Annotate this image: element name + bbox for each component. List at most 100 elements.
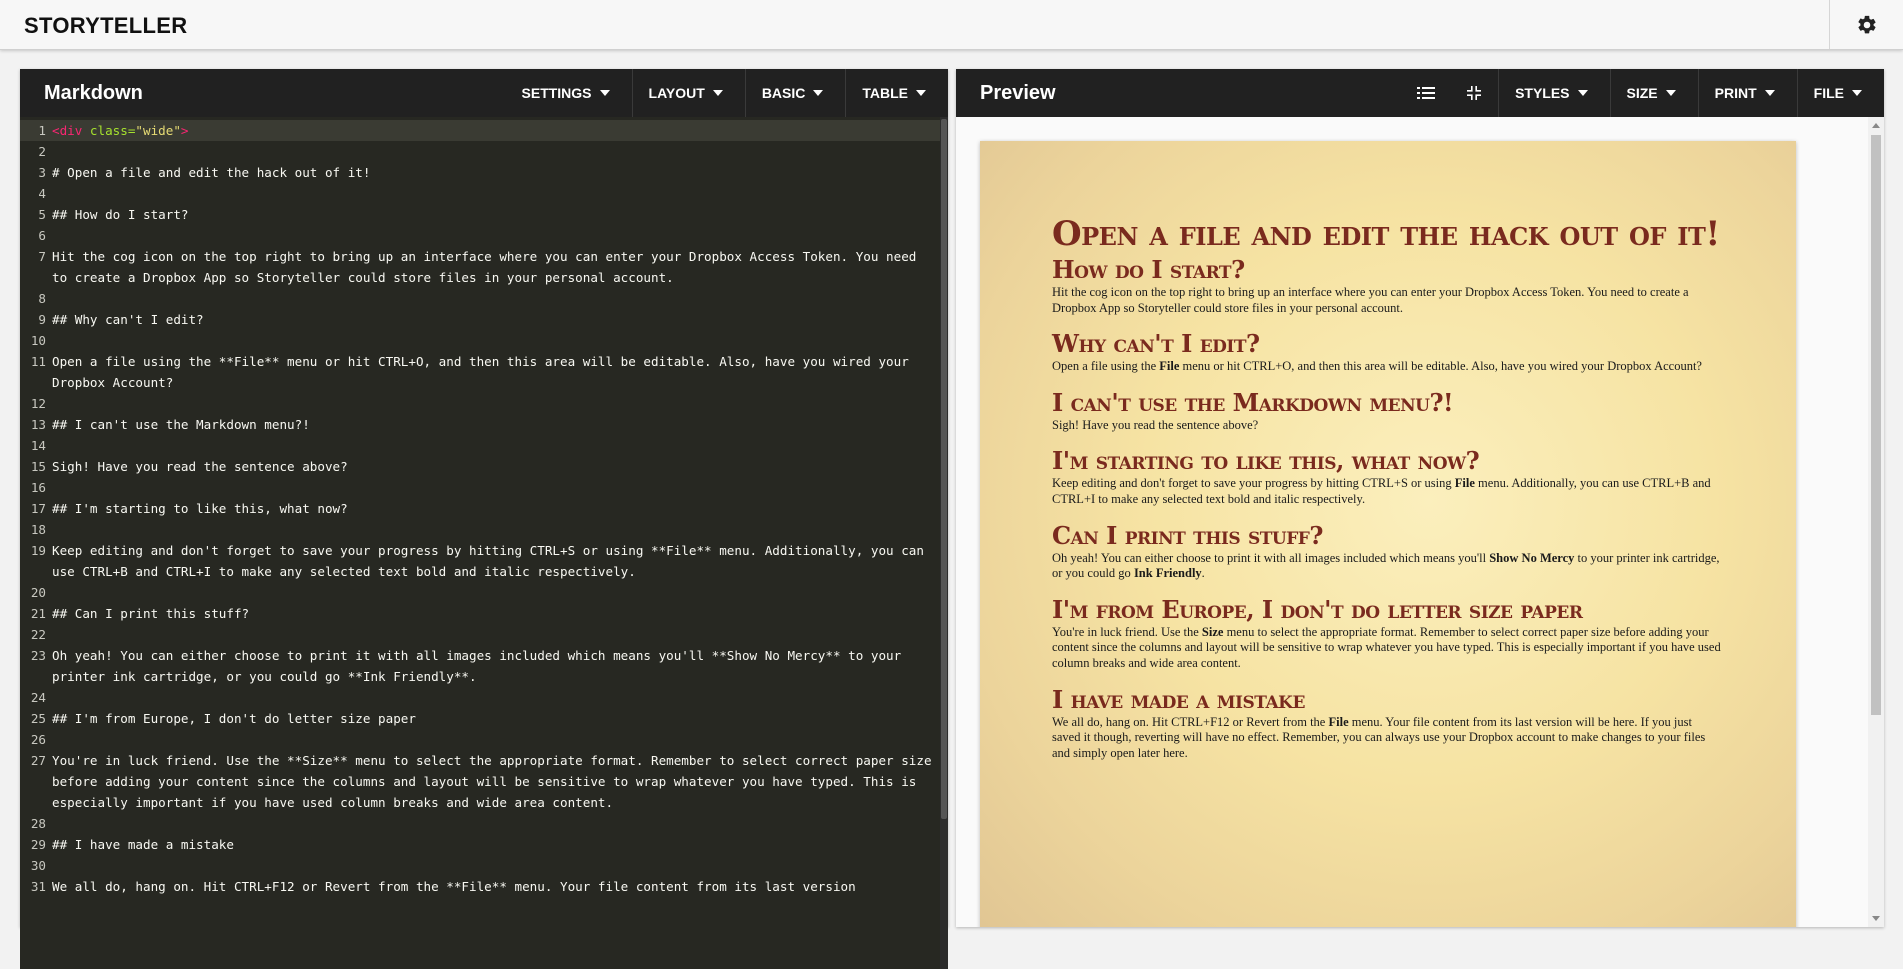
editor-line[interactable]: 25 ## I'm from Europe, I don't do letter … [20,708,948,729]
editor-line[interactable]: 13 ## I can't use the Markdown menu?! [20,414,948,435]
text-run: Oh yeah! You can either choose to print … [1052,550,1490,565]
basic-menu[interactable]: BASIC [744,69,846,117]
line-number: 19 [30,543,46,558]
compress-icon [1467,86,1482,100]
editor-line[interactable]: 5 ## How do I start? [20,204,948,225]
editor-line[interactable]: 29 ## I have made a mistake [20,834,948,855]
editor-line[interactable]: 24 [20,687,948,708]
line-number: 6 [38,228,46,243]
editor-line[interactable]: 20 [20,582,948,603]
doc-paragraph: Open a file using the File menu or hit C… [1052,359,1722,375]
line-number: 18 [30,522,46,537]
preview-title: Preview [980,82,1056,104]
bold-text: Ink Friendly [1133,566,1202,581]
file-menu[interactable]: FILE [1796,69,1884,117]
print-menu[interactable]: PRINT [1697,69,1797,117]
bold-text: File [1328,714,1349,729]
editor-line[interactable]: 7 Hit the cog icon on the top right to br… [20,246,948,288]
editor-line[interactable]: 16 [20,477,948,498]
line-text: ## I can't use the Markdown menu?! [52,417,310,432]
scroll-up-arrow[interactable] [1872,123,1880,128]
editor-line[interactable]: 27 You're in luck friend. Use the **Size*… [20,750,948,813]
editor-line[interactable]: 14 [20,435,948,456]
layout-menu[interactable]: LAYOUT [631,69,745,117]
editor-line[interactable]: 6 [20,225,948,246]
preview-document: Open a file and edit the hack out of it!… [1052,215,1722,774]
editor-line[interactable]: 8 [20,288,948,309]
line-text: ## I'm starting to like this, what now? [52,501,348,516]
table-menu[interactable]: TABLE [845,69,948,117]
editor-scrollbar[interactable] [940,117,948,969]
text-run: Hit the cog icon on the top right to bri… [1052,285,1689,315]
line-text: ## Can I print this stuff? [52,606,250,621]
doc-heading: How do I start? [1052,255,1245,284]
caret-down-icon [599,90,610,96]
scroll-down-arrow[interactable] [1872,916,1880,921]
settings-button[interactable] [1829,0,1903,49]
editor-scroll-thumb[interactable] [941,119,947,819]
editor-line[interactable]: 31 We all do, hang on. Hit CTRL+F12 or Re… [20,876,948,897]
editor-line[interactable]: 26 [20,729,948,750]
text-run: Sigh! Have you read the sentence above? [1052,417,1259,432]
markdown-menus: SETTINGS LAYOUT BASIC TABLE [506,69,948,117]
editor-line[interactable]: 9 ## Why can't I edit? [20,309,948,330]
line-number: 8 [38,291,46,306]
line-text [52,477,948,498]
text-run: You're in luck friend. Use the [1052,624,1202,639]
line-text [52,519,948,540]
line-number: 29 [30,837,46,852]
line-number: 4 [38,186,46,201]
parchment-page: Open a file and edit the hack out of it!… [980,141,1796,927]
editor-line[interactable]: 2 [20,141,948,162]
markdown-panel: Markdown SETTINGS LAYOUT BASIC TABLE 1 <d… [20,69,948,969]
text-run: . [1201,566,1205,581]
editor-line[interactable]: 11 Open a file using the **File** menu or… [20,351,948,393]
preview-scrollbar[interactable] [1868,117,1884,927]
text-run: menu or hit CTRL+O, and then this area w… [1179,359,1702,374]
editor-line[interactable]: 15 Sigh! Have you read the sentence above… [20,456,948,477]
line-text [52,393,948,414]
editor-line[interactable]: 21 ## Can I print this stuff? [20,603,948,624]
styles-menu[interactable]: STYLES [1499,69,1609,117]
line-text: ## I'm from Europe, I don't do letter si… [52,711,416,726]
caret-down-icon [813,90,824,96]
editor-line[interactable]: 3 # Open a file and edit the hack out of … [20,162,948,183]
doc-paragraph: Hit the cog icon on the top right to bri… [1052,285,1722,316]
preview-area[interactable]: Open a file and edit the hack out of it!… [956,117,1884,927]
gear-icon [1857,15,1876,33]
syntax-token: > [180,123,189,138]
line-number: 13 [30,417,46,432]
app-title: STORYTELLER [24,13,188,38]
line-text: We all do, hang on. Hit CTRL+F12 or Reve… [52,879,856,894]
line-number: 25 [30,711,46,726]
line-text [52,687,948,708]
editor-line[interactable]: 22 [20,624,948,645]
editor-line[interactable]: 23 Oh yeah! You can either choose to prin… [20,645,948,687]
toc-button[interactable] [1402,69,1450,117]
editor-line[interactable]: 12 [20,393,948,414]
size-menu[interactable]: SIZE [1609,69,1698,117]
settings-menu[interactable]: SETTINGS [506,69,632,117]
editor-line[interactable]: 10 [20,330,948,351]
compress-button[interactable] [1450,69,1500,117]
line-number: 31 [30,879,46,894]
line-text: Hit the cog icon on the top right to bri… [52,249,924,285]
editor-line[interactable]: 1 <div class="wide"> [20,120,948,141]
doc-heading: Can I print this stuff? [1052,520,1323,550]
line-text: Sigh! Have you read the sentence above? [52,459,348,474]
preview-scroll-thumb[interactable] [1871,135,1881,715]
editor-line[interactable]: 18 [20,519,948,540]
bold-text: Show No Mercy [1489,550,1575,565]
line-text: Oh yeah! You can either choose to print … [52,648,909,684]
editor-line[interactable]: 17 ## I'm starting to like this, what now… [20,498,948,519]
doc-heading: Why can't I edit? [1052,329,1260,359]
editor-line[interactable]: 19 Keep editing and don't forget to save … [20,540,948,582]
editor-line[interactable]: 30 [20,855,948,876]
bold-text: File [1454,476,1475,491]
line-text: Open a file using the **File** menu or h… [52,354,917,390]
line-number: 22 [30,627,46,642]
markdown-editor[interactable]: 1 <div class="wide"> 2 3 # Open a file and e… [20,117,948,969]
editor-line[interactable]: 28 [20,813,948,834]
editor-line[interactable]: 4 [20,183,948,204]
text-run: Open a file using the [1052,359,1160,374]
